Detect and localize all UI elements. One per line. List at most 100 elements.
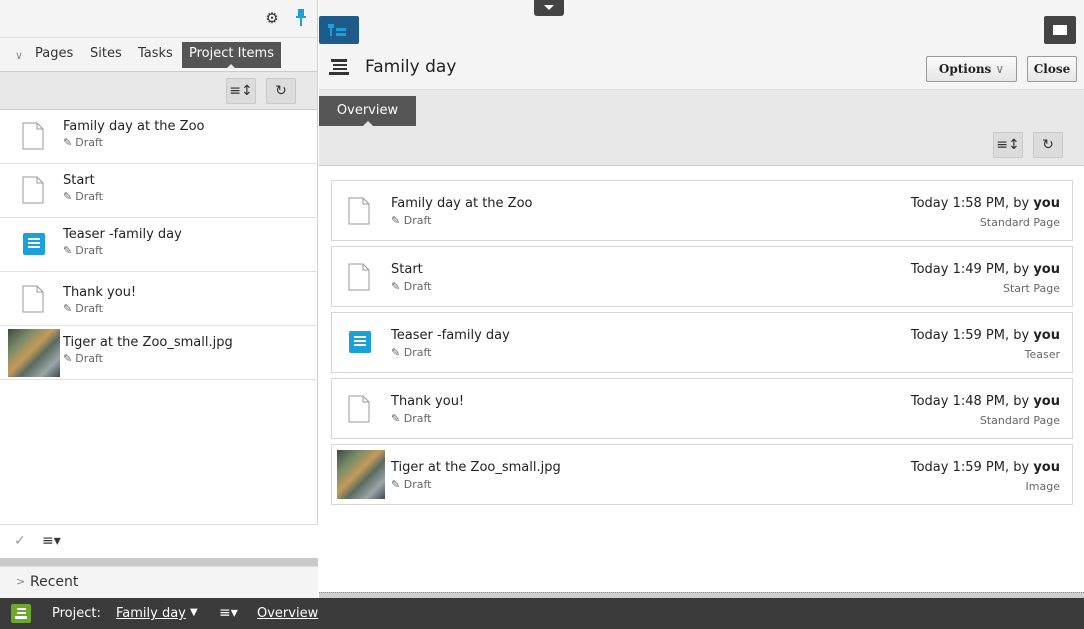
refresh-button[interactable]: ↻ <box>1033 132 1063 158</box>
gear-icon[interactable]: ⚙ <box>264 10 280 26</box>
page-icon <box>22 176 44 204</box>
pane-splitter[interactable] <box>0 558 318 566</box>
card-type: Image <box>1025 480 1060 493</box>
folder-button[interactable] <box>1044 16 1076 44</box>
page-icon <box>348 395 370 423</box>
top-bar <box>319 0 1084 48</box>
pencil-icon: ✎ <box>63 136 73 149</box>
page-icon <box>22 122 44 150</box>
list-item[interactable]: Start ✎ Draft <box>0 164 318 218</box>
project-overview-pane: Family day Options ∨ Close Overview ≡↕ ↻… <box>319 0 1084 598</box>
project-item-card[interactable]: Tiger at the Zoo_small.jpg ✎ Draft Today… <box>331 444 1073 505</box>
item-status: ✎ Draft <box>63 244 103 257</box>
card-modified: Today 1:59 PM, by you <box>910 328 1060 343</box>
recent-label: Recent <box>30 574 79 590</box>
list-item[interactable]: Thank you! ✎ Draft <box>0 272 318 326</box>
tab-project-items[interactable]: Project Items <box>182 42 281 69</box>
pencil-icon: ✎ <box>63 244 73 257</box>
caret-down-icon[interactable]: ▼ <box>190 607 198 618</box>
tab-pages[interactable]: Pages <box>35 46 73 61</box>
overview-link[interactable]: Overview <box>257 606 318 621</box>
global-menu-toggle[interactable] <box>534 0 564 16</box>
sort-icon: ≡↕ <box>996 137 1020 153</box>
tab-tasks[interactable]: Tasks <box>138 46 173 61</box>
pencil-icon: ✎ <box>391 280 401 293</box>
card-modified: Today 1:59 PM, by you <box>910 460 1060 475</box>
item-status: ✎ Draft <box>63 352 103 365</box>
pencil-icon: ✎ <box>63 302 73 315</box>
overview-tabs: Overview <box>319 90 1084 126</box>
recent-section[interactable]: > Recent <box>0 566 318 598</box>
pencil-icon: ✎ <box>63 190 73 203</box>
item-status: ✎ Draft <box>63 190 103 203</box>
pencil-icon: ✎ <box>391 214 401 227</box>
item-title: Family day at the Zoo <box>63 119 205 134</box>
card-title: Thank you! <box>391 394 465 409</box>
card-type: Standard Page <box>979 216 1060 229</box>
pencil-icon: ✎ <box>391 478 401 491</box>
card-type: Teaser <box>1024 348 1060 361</box>
card-title: Tiger at the Zoo_small.jpg <box>391 460 561 475</box>
project-header: Family day Options ∨ Close <box>319 48 1084 90</box>
checkmark-icon[interactable]: ✓ <box>14 533 26 549</box>
project-menu-icon[interactable]: ≡▾ <box>219 605 238 621</box>
page-icon <box>348 197 370 225</box>
project-item-card[interactable]: Start ✎ Draft Today 1:49 PM, by you Star… <box>331 246 1073 307</box>
teaser-block-icon <box>349 331 371 353</box>
tab-overview[interactable]: Overview <box>319 96 416 126</box>
card-status: ✎ Draft <box>391 280 432 293</box>
teaser-block-icon <box>23 233 45 255</box>
pin-icon[interactable] <box>294 8 308 28</box>
list-menu-icon[interactable]: ≡▾ <box>42 533 61 549</box>
navigation-footer: ✓ ≡▾ <box>0 524 318 558</box>
card-status: ✎ Draft <box>391 346 432 359</box>
card-status: ✎ Draft <box>391 412 432 425</box>
card-title: Teaser -family day <box>391 328 510 343</box>
project-item-card[interactable]: Thank you! ✎ Draft Today 1:48 PM, by you… <box>331 378 1073 439</box>
options-label: Options <box>938 62 992 76</box>
card-modified: Today 1:49 PM, by you <box>910 262 1060 277</box>
project-item-card[interactable]: Teaser -family day ✎ Draft Today 1:59 PM… <box>331 312 1073 373</box>
project-selector[interactable]: Family day <box>116 606 186 621</box>
close-button[interactable]: Close <box>1027 56 1077 82</box>
sort-icon: ≡↕ <box>229 83 253 99</box>
chevron-right-icon: > <box>16 575 26 588</box>
refresh-icon: ↻ <box>1042 137 1054 153</box>
tab-sites[interactable]: Sites <box>90 46 122 61</box>
project-icon <box>11 604 31 623</box>
card-title: Family day at the Zoo <box>391 196 533 211</box>
card-modified: Today 1:58 PM, by you <box>910 196 1060 211</box>
sort-button[interactable]: ≡↕ <box>226 78 256 104</box>
item-title: Start <box>63 173 95 188</box>
card-status: ✎ Draft <box>391 478 432 491</box>
list-item[interactable]: Teaser -family day ✎ Draft <box>0 218 318 272</box>
pencil-icon: ✎ <box>63 352 73 365</box>
card-type: Standard Page <box>979 414 1060 427</box>
navigation-pane: ⚙ ∨ Pages Sites Tasks Project Items ≡↕ ↻… <box>0 0 318 598</box>
list-item[interactable]: Tiger at the Zoo_small.jpg ✎ Draft <box>0 326 318 380</box>
project-list-icon <box>329 59 349 75</box>
project-status-bar: Project: Family day ▼ ≡▾ Overview <box>0 598 1084 629</box>
project-item-card[interactable]: Family day at the Zoo ✎ Draft Today 1:58… <box>331 180 1073 241</box>
chevron-down-icon: ∨ <box>995 62 1005 76</box>
pencil-icon: ✎ <box>391 346 401 359</box>
pencil-icon: ✎ <box>391 412 401 425</box>
overview-toolbar: ≡↕ ↻ <box>319 126 1084 166</box>
navigation-pane-header: ⚙ <box>0 0 317 38</box>
options-button[interactable]: Options ∨ <box>926 56 1017 82</box>
page-title: Family day <box>365 57 457 77</box>
list-item[interactable]: Family day at the Zoo ✎ Draft <box>0 110 318 164</box>
item-title: Thank you! <box>63 285 137 300</box>
refresh-button[interactable]: ↻ <box>266 78 296 104</box>
tree-toggle-button[interactable] <box>319 16 359 44</box>
item-title: Teaser -family day <box>63 227 182 242</box>
card-modified: Today 1:48 PM, by you <box>910 394 1060 409</box>
sort-button[interactable]: ≡↕ <box>993 132 1023 158</box>
project-label: Project: <box>52 606 101 621</box>
card-status: ✎ Draft <box>391 214 432 227</box>
card-title: Start <box>391 262 423 277</box>
item-title: Tiger at the Zoo_small.jpg <box>63 335 233 350</box>
item-status: ✎ Draft <box>63 136 103 149</box>
chevron-down-icon[interactable]: ∨ <box>15 49 23 62</box>
navigation-toolbar: ≡↕ ↻ <box>0 72 317 110</box>
